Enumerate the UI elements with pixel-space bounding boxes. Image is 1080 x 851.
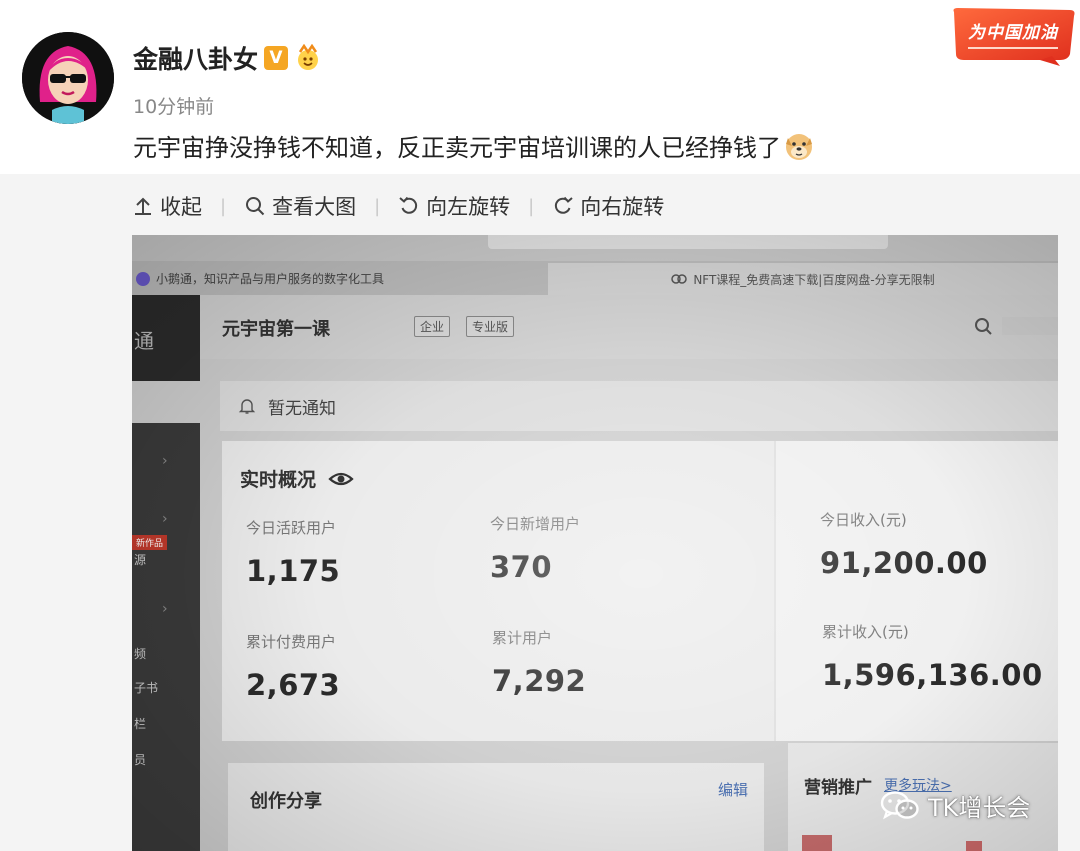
stat-income-total: 累计收入(元) 1,596,136.00 [822,621,1043,692]
stat-label: 今日收入(元) [820,511,907,529]
avatar-illustration [22,32,114,124]
browser-tab-right-title: NFT课程_免费高速下载|百度网盘-分享无限制 [693,272,935,287]
rotate-left-icon [399,196,418,214]
stat-value: 370 [490,550,553,584]
rotate-left-label: 向左旋转 [426,195,511,219]
stat-total-users: 累计用户 7,292 [492,627,586,698]
marketing-title: 营销推广 [804,778,872,798]
browser-tab-left-title: 小鹅通，知识产品与用户服务的数字化工具 [156,272,385,286]
chevron-right-icon: › [162,511,168,527]
sidebar-fragment-0: 通 [134,329,154,353]
rotate-right-icon [555,196,573,214]
stat-active-users: 今日活跃用户 1,175 [246,517,340,588]
notice-text: 暂无通知 [268,398,336,419]
stat-value: 91,200.00 [820,546,988,580]
rotate-right-label: 向右旋转 [580,195,665,219]
bell-icon [238,399,256,414]
sidebar-fragment-1: 源 [134,553,147,567]
eye-icon[interactable] [328,470,354,488]
wechat-icon [880,790,919,819]
avatar[interactable] [22,32,114,124]
stat-label: 今日新增用户 [490,515,581,533]
post-text-row: 元宇宙挣没挣钱不知道，反正卖元宇宙培训课的人已经挣钱了 [133,128,815,163]
course-title: 元宇宙第一课 [222,319,330,340]
income-panel [774,441,1058,741]
view-large-label: 查看大图 [272,195,357,219]
enterprise-tag: 企业 [414,316,451,337]
stat-new-users: 今日新增用户 370 [490,513,580,584]
stat-label: 今日活跃用户 [246,519,337,537]
xiaoetong-logo-icon [136,271,150,286]
stat-label: 累计付费用户 [246,633,337,651]
creation-share-card: 创作分享 编辑 [228,763,764,851]
browser-tab-strip: 小鹅通，知识产品与用户服务的数字化工具 NFT课程_免费高速下载|百度网盘-分享… [132,261,1058,295]
browser-address-area [132,235,1058,261]
chevron-right-icon: › [162,453,168,469]
realtime-overview-title: 实时概况 [240,465,354,492]
realtime-overview-card: 实时概况 今日活跃用户 1,175 今日新增用户 370 今日收入(元) 91,… [222,441,1058,741]
toolbar-divider: | [528,195,535,217]
media-area: 收起 | 查看大图 | 向左旋转 | 向右旋转 小鹅通，知识产品与用户服务的数字… [0,174,1080,851]
edit-link: 编辑 [718,781,749,799]
stat-label: 累计收入(元) [822,623,909,641]
pro-edition-tag: 专业版 [466,316,515,337]
post-text: 元宇宙挣没挣钱不知道，反正卖元宇宙培训课的人已经挣钱了 [133,134,781,162]
stat-paid-users: 累计付费用户 2,673 [246,631,340,702]
app-logo-area: 通 [132,295,200,381]
view-large-image-button[interactable]: 查看大图 [244,191,356,221]
toolbar-divider: | [220,195,227,217]
post-image[interactable]: 小鹅通，知识产品与用户服务的数字化工具 NFT课程_免费高速下载|百度网盘-分享… [132,235,1058,851]
verified-badge-icon: V [264,46,289,70]
collapse-arrow-icon [135,197,151,215]
collapse-button[interactable]: 收起 [132,191,202,221]
browser-tab-left: 小鹅通，知识产品与用户服务的数字化工具 [136,270,384,287]
sidebar-fragment-5: 员 [134,753,147,767]
marketing-tool-icon [802,835,832,851]
rotate-left-button[interactable]: 向左旋转 [398,191,510,221]
collapse-label: 收起 [160,195,202,219]
search-icon [975,318,992,335]
baidu-netdisk-icon [671,274,688,284]
creation-share-title: 创作分享 [250,791,322,812]
stat-value: 1,175 [246,554,341,588]
sidebar-new-badge: 新作品 [132,535,168,550]
stats-title-text: 实时概况 [240,469,317,491]
stat-value: 7,292 [492,664,587,698]
rotate-right-button[interactable]: 向右旋转 [552,191,664,221]
browser-url-bar [488,235,888,249]
stat-value: 2,673 [246,668,341,702]
search-input [1002,317,1058,335]
sidebar-fragment-2: 频 [134,647,147,661]
marketing-tool-icon [966,841,982,851]
browser-tab-right: NFT课程_免费高速下载|百度网盘-分享无限制 [548,263,1058,295]
watermark: TK增长会 [880,788,1030,823]
author-name[interactable]: 金融八卦女 [133,40,258,76]
cheer-for-china-badge[interactable]: 为中国加油 [948,4,1078,68]
stat-income-today: 今日收入(元) 91,200.00 [820,509,988,580]
image-toolbar: 收起 | 查看大图 | 向左旋转 | 向右旋转 [132,190,664,222]
notice-bar: 暂无通知 [220,381,1058,431]
app-sidebar: › › 新作品 源 › 频 子书 栏 员 [132,423,200,851]
chevron-right-icon: › [162,601,168,617]
sidebar-fragment-4: 栏 [134,717,147,731]
search-icon [246,197,265,216]
toolbar-divider: | [374,195,381,217]
member-medal-icon [298,44,319,70]
author-name-row: 金融八卦女 V [133,40,322,76]
sidebar-fragment-3: 子书 [134,681,159,695]
cheer-badge-text: 为中国加油 [968,23,1058,43]
stat-value: 1,596,136.00 [822,658,1043,692]
doge-emoji-icon [786,133,812,160]
stat-label: 累计用户 [492,629,553,647]
watermark-text: TK增长会 [928,794,1031,822]
app-header: 元宇宙第一课 企业 专业版 [200,295,1058,359]
post-time[interactable]: 10分钟前 [133,92,214,119]
